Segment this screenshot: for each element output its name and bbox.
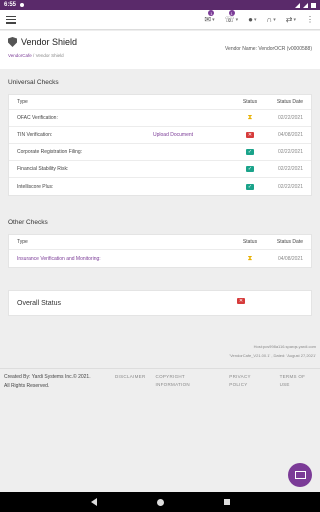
overall-status-card: Overall Status ✕ — [8, 290, 312, 316]
breadcrumb-separator: / — [33, 53, 35, 58]
mail-button[interactable]: ✉ 1 ▾ — [204, 10, 215, 24]
status-cell: ⧗ — [233, 114, 267, 121]
hourglass-icon: ⧗ — [247, 114, 253, 121]
overall-status-title: Overall Status — [17, 299, 61, 307]
chevron-down-icon: ▾ — [254, 16, 257, 23]
contact-fab-button[interactable] — [288, 463, 312, 487]
back-icon[interactable] — [90, 498, 97, 506]
user-icon: ● — [248, 15, 253, 24]
table-row: Corporate Registration Filing: ✓ 02/22/202… — [9, 144, 311, 161]
language-button[interactable]: ⇄ ▾ — [286, 15, 296, 24]
universal-checks-title: Universal Checks — [8, 79, 59, 86]
col-type-header: Type — [17, 99, 28, 105]
table-row: Insurance Verification and Monitoring: ⧗ 0… — [9, 250, 311, 267]
col-date-header: Status Date — [276, 99, 303, 105]
check-type: TIN Verification: — [17, 132, 53, 138]
universal-checks-table: Type Status Status Date OFAC Verificatio… — [8, 94, 312, 196]
support-button[interactable]: ∩ ▾ — [267, 15, 276, 24]
terms-of-use-link[interactable]: TERMS OF USE — [280, 373, 316, 389]
status-date: 02/22/2021 — [277, 166, 303, 172]
mail-icon — [294, 471, 306, 479]
signal-icon — [303, 2, 308, 8]
system-icons — [295, 2, 316, 8]
privacy-policy-link[interactable]: PRIVACY POLICY — [229, 373, 269, 389]
col-status-header: Status — [242, 239, 258, 245]
check-type[interactable]: Insurance Verification and Monitoring: — [17, 256, 153, 262]
more-vert-icon: ⋮ — [306, 15, 314, 24]
table-header-row: Type Status Status Date — [9, 235, 311, 250]
mail-badge: 1 — [208, 10, 215, 16]
notification-dot-icon — [20, 3, 25, 7]
col-date-header: Status Date — [276, 239, 303, 245]
chevron-down-icon: ▾ — [273, 16, 276, 23]
status-cell: ✓ — [233, 166, 267, 172]
col-type-header: Type — [17, 239, 28, 245]
table-row: OFAC Verification: ⧗ 02/22/2021 — [9, 110, 311, 127]
shield-icon — [8, 37, 17, 47]
vendor-name: Vendor Name: VendorOCR (v0000588) — [225, 46, 312, 52]
clock: 6:55 — [4, 2, 17, 8]
notifications-button[interactable]: ☏ 1 ▾ — [224, 10, 239, 24]
chevron-down-icon: ▾ — [293, 16, 296, 23]
check-type: Financial Stability Risk: — [17, 166, 69, 172]
page-title: Vendor Shield — [21, 37, 78, 47]
breadcrumb-home-link[interactable]: VendorCafe — [8, 53, 32, 58]
battery-icon — [311, 2, 316, 8]
table-row: Intelliscore Plus: ✓ 02/22/2021 — [9, 178, 311, 195]
chevron-down-icon: ▾ — [235, 16, 239, 23]
notifications-badge: 1 — [228, 10, 235, 16]
breadcrumb: VendorCafe / Vendor Shield — [8, 53, 312, 58]
host-info: Host:pcs998a116.sparqs.yardi.com — [253, 344, 316, 349]
status-fail-icon: ✕ — [246, 132, 254, 138]
status-cell: ✓ — [233, 149, 267, 155]
col-status-header: Status — [242, 99, 258, 105]
home-icon[interactable] — [156, 498, 164, 506]
vendor-name-label: Vendor Name: — [224, 46, 257, 52]
translate-icon: ⇄ — [285, 15, 293, 24]
android-nav-bar — [0, 492, 320, 512]
breadcrumb-current: Vendor Shield — [35, 53, 64, 58]
table-row: TIN Verification: Upload Document ✕ 04/08/2… — [9, 127, 311, 144]
mail-icon: ✉ — [204, 15, 212, 24]
app-toolbar: ✉ 1 ▾ ☏ 1 ▾ ● ▾ ∩ ▾ ⇄ ▾ ⋮ — [0, 10, 320, 30]
other-checks-table: Type Status Status Date Insurance Verifi… — [8, 234, 312, 268]
status-date: 02/22/2021 — [277, 183, 303, 190]
page-header: Vendor Shield VendorCafe / Vendor Shield… — [0, 31, 320, 69]
check-type: OFAC Verification: — [17, 115, 58, 121]
more-options-button[interactable]: ⋮ — [306, 15, 314, 24]
status-cell: ✓ — [233, 183, 267, 190]
copyright-info-link[interactable]: COPYRIGHT INFORMATION — [156, 373, 220, 389]
status-cell: ⧗ — [233, 254, 267, 262]
check-type: Corporate Registration Filing: — [17, 149, 83, 155]
status-date: 04/08/2021 — [277, 132, 303, 138]
status-ok-icon: ✓ — [246, 183, 254, 190]
footer: Created By: Yardi Systems Inc.© 2021. Al… — [4, 373, 316, 391]
disclaimer-link[interactable]: DISCLAIMER — [115, 373, 146, 389]
hamburger-menu-icon[interactable] — [6, 15, 16, 24]
phone-icon: ☏ — [224, 15, 235, 24]
status-ok-icon: ✓ — [246, 166, 254, 172]
footer-links: DISCLAIMER COPYRIGHT INFORMATION PRIVACY… — [115, 373, 316, 389]
wifi-icon — [295, 2, 300, 8]
status-date: 04/08/2021 — [277, 255, 303, 262]
headset-icon: ∩ — [266, 15, 273, 24]
version-info: 'VendorCafe_V21.00.1' , Dated: 'August 2… — [229, 353, 316, 358]
check-type: Intelliscore Plus: — [17, 183, 54, 190]
recents-icon[interactable] — [223, 499, 230, 505]
status-date: 02/22/2021 — [277, 149, 303, 155]
chevron-down-icon: ▾ — [212, 16, 215, 23]
android-status-bar: 6:55 — [0, 0, 320, 10]
hourglass-icon: ⧗ — [247, 254, 253, 262]
other-checks-title: Other Checks — [8, 219, 48, 226]
status-date: 02/22/2021 — [277, 115, 303, 121]
upload-document-link[interactable]: Upload Document — [153, 132, 233, 138]
status-ok-icon: ✓ — [246, 149, 254, 155]
footer-divider — [0, 368, 320, 369]
vendor-name-value: VendorOCR (v0000588) — [258, 46, 312, 52]
overall-status-fail-icon: ✕ — [237, 298, 245, 304]
user-menu-button[interactable]: ● ▾ — [248, 15, 256, 24]
table-row: Financial Stability Risk: ✓ 02/22/2021 — [9, 161, 311, 178]
status-cell: ✕ — [233, 132, 267, 138]
table-header-row: Type Status Status Date — [9, 95, 311, 110]
